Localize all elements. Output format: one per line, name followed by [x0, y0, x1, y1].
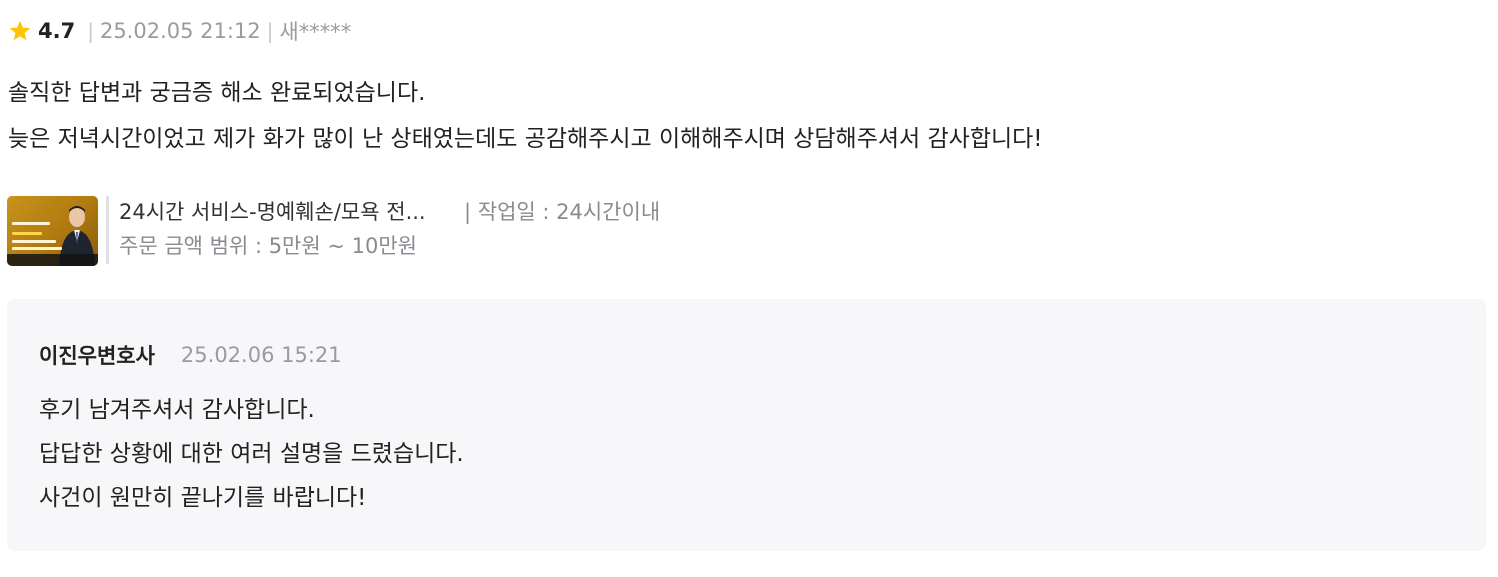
thumbnail-text-line — [12, 222, 50, 225]
review-line: 솔직한 답변과 궁금증 해소 완료되었습니다. — [8, 80, 426, 106]
meta-separator: | — [266, 19, 274, 43]
reply-line: 후기 남겨주셔서 감사합니다. — [39, 397, 315, 423]
thumbnail-footer — [7, 254, 98, 266]
service-info: 24시간 서비스-명예훼손/모욕 전... | 작업일 : 24시간이내 주문 … — [119, 196, 660, 264]
card-divider — [106, 196, 109, 264]
reply-header: 이진우변호사 25.02.06 15:21 — [39, 340, 342, 370]
reply-text: 후기 남겨주셔서 감사합니다. 답답한 상황에 대한 여러 설명을 드렸습니다.… — [39, 388, 464, 520]
review-meta: 4.7 | 25.02.05 21:12 | 새***** — [8, 17, 351, 45]
review-text: 솔직한 답변과 궁금증 해소 완료되었습니다. 늦은 저녁시간이었고 제가 화가… — [8, 70, 1043, 162]
seller-reply: 이진우변호사 25.02.06 15:21 후기 남겨주셔서 감사합니다. 답답… — [7, 299, 1486, 551]
reply-date: 25.02.06 15:21 — [180, 343, 342, 367]
service-card[interactable]: 24시간 서비스-명예훼손/모욕 전... | 작업일 : 24시간이내 주문 … — [7, 196, 660, 266]
service-price-range: 주문 금액 범위 : 5만원 ~ 10만원 — [119, 234, 418, 258]
rating-value: 4.7 — [38, 19, 76, 43]
review-author: 새***** — [279, 20, 352, 44]
reply-line: 사건이 원만히 끝나기를 바랍니다! — [39, 485, 367, 511]
star-icon — [8, 19, 32, 43]
review-date: 25.02.05 21:12 — [99, 19, 261, 43]
reply-line: 답답한 상황에 대한 여러 설명을 드렸습니다. — [39, 441, 464, 467]
service-title[interactable]: 24시간 서비스-명예훼손/모욕 전... — [119, 196, 464, 228]
thumbnail-text-line — [12, 232, 42, 235]
meta-separator: | — [87, 19, 94, 43]
thumbnail-text-line — [12, 247, 62, 250]
thumbnail-text-line — [12, 240, 56, 243]
service-work-period: | 작업일 : 24시간이내 — [464, 200, 661, 224]
review-line: 늦은 저녁시간이었고 제가 화가 많이 난 상태였는데도 공감해주시고 이해해주… — [8, 126, 1043, 152]
service-thumbnail[interactable] — [7, 196, 98, 266]
reply-author: 이진우변호사 — [39, 344, 155, 368]
